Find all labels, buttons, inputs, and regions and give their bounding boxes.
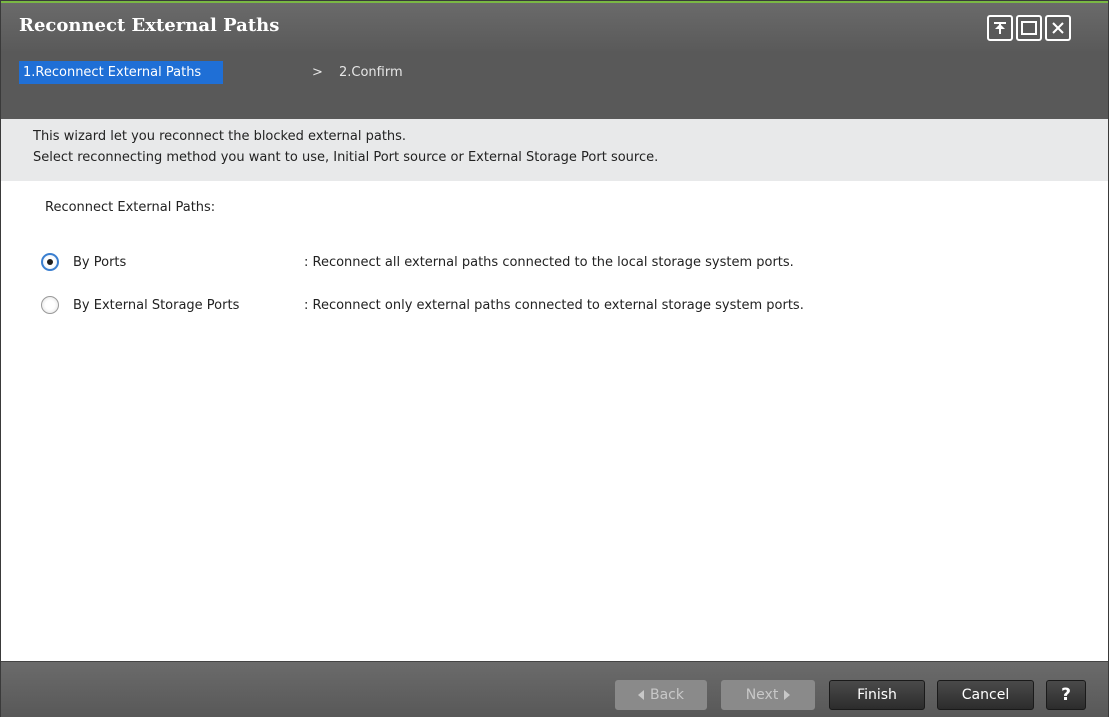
window-title: Reconnect External Paths (19, 15, 280, 36)
option-label: By Ports (73, 254, 127, 270)
option-by-external-storage-ports[interactable]: By External Storage Ports : Reconnect on… (41, 294, 804, 316)
maximize-icon[interactable] (1016, 15, 1042, 41)
pin-icon[interactable] (987, 15, 1013, 41)
button-bar: Back Next Finish Cancel ? (1, 661, 1108, 717)
cancel-button[interactable]: Cancel (937, 680, 1034, 710)
option-description: : Reconnect all external paths connected… (304, 254, 794, 270)
title-bar: Reconnect External Paths (1, 1, 1108, 51)
chevron-left-icon (638, 690, 644, 700)
help-icon: ? (1061, 685, 1071, 705)
main-content: Reconnect External Paths: By Ports : Rec… (1, 181, 1108, 661)
step-confirm: 2.Confirm (339, 65, 403, 80)
back-button[interactable]: Back (615, 680, 707, 710)
radio-by-ports[interactable] (41, 253, 59, 271)
option-by-ports[interactable]: By Ports : Reconnect all external paths … (41, 251, 794, 273)
close-icon[interactable] (1045, 15, 1071, 41)
step-separator: > (312, 65, 323, 80)
wizard-steps: 1.Reconnect External Paths > 2.Confirm (1, 51, 1108, 119)
radio-by-external-storage-ports[interactable] (41, 296, 59, 314)
chevron-right-icon (784, 690, 791, 700)
next-button[interactable]: Next (721, 680, 815, 710)
description-line-2: Select reconnecting method you want to u… (33, 150, 659, 165)
help-button[interactable]: ? (1046, 680, 1086, 710)
step-reconnect: 1.Reconnect External Paths (19, 61, 224, 84)
section-label: Reconnect External Paths: (45, 200, 216, 215)
finish-button[interactable]: Finish (829, 680, 925, 710)
description-line-1: This wizard let you reconnect the blocke… (33, 129, 407, 144)
dialog-window: Reconnect External Paths 1.Reconnect Ext… (0, 0, 1109, 717)
wizard-description: This wizard let you reconnect the blocke… (1, 119, 1108, 181)
option-description: : Reconnect only external paths connecte… (304, 297, 804, 313)
option-label: By External Storage Ports (73, 297, 240, 313)
